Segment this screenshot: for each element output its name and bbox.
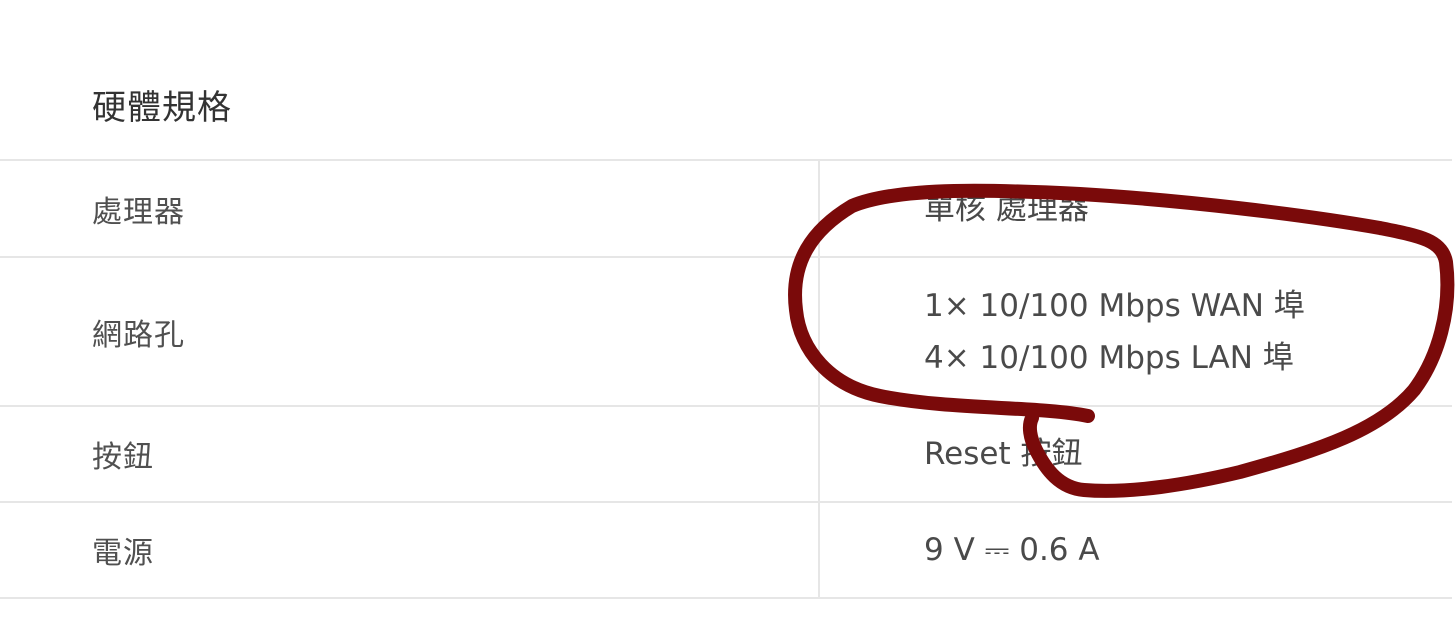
spec-value-line: 9 V ⎓ 0.6 A — [924, 532, 1100, 568]
spec-value: 1× 10/100 Mbps WAN 埠 4× 10/100 Mbps LAN … — [924, 258, 1305, 405]
spec-row-power: 電源 9 V ⎓ 0.6 A — [0, 501, 1452, 599]
spec-value-line: 1× 10/100 Mbps WAN 埠 — [924, 287, 1305, 324]
spec-value: 單核 處理器 — [924, 161, 1089, 256]
spec-label: 按鈕 — [92, 440, 154, 475]
section-title: 硬體規格 — [92, 88, 232, 128]
spec-label: 電源 — [92, 536, 154, 571]
spec-label: 網路孔 — [92, 317, 185, 353]
spec-value-line: 4× 10/100 Mbps LAN 埠 — [924, 339, 1294, 376]
spec-row-buttons: 按鈕 Reset 按鈕 — [0, 405, 1452, 501]
spec-label: 處理器 — [92, 194, 185, 230]
hardware-specs-table: 處理器 單核 處理器 網路孔 1× 10/100 Mbps WAN 埠 4× 1… — [0, 159, 1452, 599]
spec-row-processor: 處理器 單核 處理器 — [0, 159, 1452, 256]
spec-row-network-ports: 網路孔 1× 10/100 Mbps WAN 埠 4× 10/100 Mbps … — [0, 256, 1452, 405]
spec-value: 9 V ⎓ 0.6 A — [924, 503, 1100, 597]
spec-value-line: Reset 按鈕 — [924, 436, 1083, 472]
column-divider — [818, 161, 820, 256]
spec-value-line: 單核 處理器 — [924, 190, 1089, 227]
column-divider — [818, 503, 820, 597]
column-divider — [818, 407, 820, 501]
column-divider — [818, 258, 820, 405]
spec-value: Reset 按鈕 — [924, 407, 1082, 501]
